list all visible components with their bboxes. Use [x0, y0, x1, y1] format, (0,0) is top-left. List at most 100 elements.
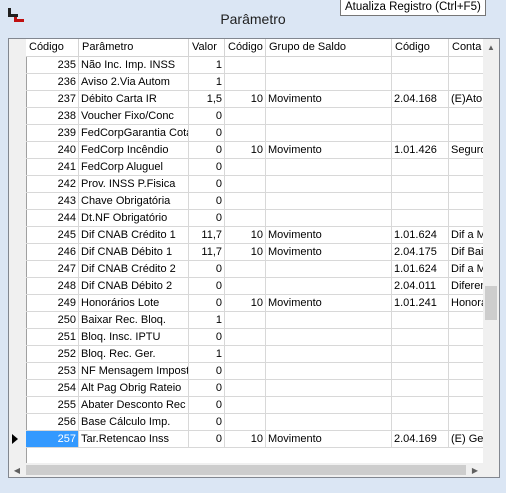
- cell-codigo-conta[interactable]: [392, 176, 449, 193]
- cell-valor[interactable]: 0: [189, 261, 225, 278]
- cell-valor[interactable]: 0: [189, 176, 225, 193]
- cell-codigo[interactable]: 253: [26, 363, 79, 380]
- vertical-scroll-thumb[interactable]: [485, 286, 497, 320]
- column-header-valor[interactable]: Valor: [189, 39, 225, 56]
- cell-codigo-grupo[interactable]: [225, 125, 266, 142]
- table-row[interactable]: 251 Bloq. Insc. IPTU 0: [26, 329, 489, 346]
- cell-valor[interactable]: 0: [189, 278, 225, 295]
- cell-valor[interactable]: 1: [189, 74, 225, 91]
- cell-grupo-saldo[interactable]: [266, 125, 392, 142]
- cell-grupo-saldo[interactable]: Movimento: [266, 91, 392, 108]
- cell-parametro[interactable]: Chave Obrigatória: [79, 193, 189, 210]
- cell-parametro[interactable]: Bloq. Insc. IPTU: [79, 329, 189, 346]
- cell-codigo[interactable]: 251: [26, 329, 79, 346]
- cell-codigo[interactable]: 249: [26, 295, 79, 312]
- cell-codigo-grupo[interactable]: [225, 414, 266, 431]
- cell-grupo-saldo[interactable]: [266, 278, 392, 295]
- cell-codigo-conta[interactable]: [392, 312, 449, 329]
- cell-grupo-saldo[interactable]: Movimento: [266, 227, 392, 244]
- cell-codigo[interactable]: 237: [26, 91, 79, 108]
- cell-valor[interactable]: 0: [189, 295, 225, 312]
- cell-codigo-conta[interactable]: [392, 57, 449, 74]
- cell-codigo-conta[interactable]: [392, 414, 449, 431]
- cell-codigo-grupo[interactable]: 10: [225, 142, 266, 159]
- cell-grupo-saldo[interactable]: [266, 57, 392, 74]
- parameter-grid[interactable]: Código Parâmetro Valor Código Grupo de Saldo…: [8, 38, 500, 478]
- cell-codigo-conta[interactable]: 1.01.624: [392, 227, 449, 244]
- table-row[interactable]: 237 Débito Carta IR 1,5 10 Movimento 2.04.168…: [26, 91, 489, 108]
- cell-codigo-conta[interactable]: 1.01.624: [392, 261, 449, 278]
- cell-parametro[interactable]: Não Inc. Imp. INSS: [79, 57, 189, 74]
- cell-codigo-conta[interactable]: 2.04.168: [392, 91, 449, 108]
- cell-codigo[interactable]: 240: [26, 142, 79, 159]
- cell-valor[interactable]: 0: [189, 142, 225, 159]
- cell-codigo-conta[interactable]: 2.04.169: [392, 431, 449, 448]
- cell-valor[interactable]: 0: [189, 329, 225, 346]
- cell-codigo[interactable]: 239: [26, 125, 79, 142]
- cell-codigo-grupo[interactable]: [225, 57, 266, 74]
- cell-valor[interactable]: 1: [189, 346, 225, 363]
- cell-parametro[interactable]: Dif CNAB Débito 1: [79, 244, 189, 261]
- cell-valor[interactable]: 0: [189, 431, 225, 448]
- cell-codigo-grupo[interactable]: [225, 363, 266, 380]
- cell-valor[interactable]: 0: [189, 108, 225, 125]
- cell-codigo-grupo[interactable]: [225, 261, 266, 278]
- cell-grupo-saldo[interactable]: [266, 312, 392, 329]
- cell-codigo-conta[interactable]: 2.04.011: [392, 278, 449, 295]
- cell-codigo-grupo[interactable]: 10: [225, 227, 266, 244]
- cell-codigo[interactable]: 254: [26, 380, 79, 397]
- cell-grupo-saldo[interactable]: [266, 414, 392, 431]
- cell-valor[interactable]: 0: [189, 363, 225, 380]
- table-row[interactable]: 235 Não Inc. Imp. INSS 1: [26, 57, 489, 74]
- cell-parametro[interactable]: Honorários Lote: [79, 295, 189, 312]
- cell-parametro[interactable]: Dif CNAB Crédito 2: [79, 261, 189, 278]
- cell-grupo-saldo[interactable]: Movimento: [266, 431, 392, 448]
- cell-codigo[interactable]: 243: [26, 193, 79, 210]
- cell-valor[interactable]: 0: [189, 193, 225, 210]
- cell-parametro[interactable]: Alt Pag Obrig Rateio: [79, 380, 189, 397]
- column-header-grupo-saldo[interactable]: Grupo de Saldo: [266, 39, 392, 56]
- horizontal-scrollbar[interactable]: ◀ ▶: [9, 463, 483, 477]
- cell-valor[interactable]: 0: [189, 210, 225, 227]
- table-row[interactable]: 236 Aviso 2.Via Autom 1: [26, 74, 489, 91]
- cell-codigo-conta[interactable]: [392, 159, 449, 176]
- cell-grupo-saldo[interactable]: [266, 193, 392, 210]
- table-row[interactable]: 252 Bloq. Rec. Ger. 1: [26, 346, 489, 363]
- cell-codigo[interactable]: 248: [26, 278, 79, 295]
- cell-grupo-saldo[interactable]: [266, 363, 392, 380]
- cell-valor[interactable]: 0: [189, 397, 225, 414]
- cell-codigo[interactable]: 245: [26, 227, 79, 244]
- cell-parametro[interactable]: Bloq. Rec. Ger.: [79, 346, 189, 363]
- table-row[interactable]: 240 FedCorp Incêndio 0 10 Movimento 1.01.426 S…: [26, 142, 489, 159]
- table-row[interactable]: 245 Dif CNAB Crédito 1 11,7 10 Movimento 1.01…: [26, 227, 489, 244]
- cell-codigo[interactable]: 235: [26, 57, 79, 74]
- cell-grupo-saldo[interactable]: Movimento: [266, 142, 392, 159]
- cell-codigo-conta[interactable]: 1.01.426: [392, 142, 449, 159]
- scroll-left-icon[interactable]: ◀: [9, 462, 25, 477]
- table-row[interactable]: 257 Tar.Retencao Inss 0 10 Movimento 2.04.169…: [26, 431, 489, 448]
- scroll-up-icon[interactable]: ▲: [483, 39, 499, 55]
- table-row[interactable]: 242 Prov. INSS P.Fisica 0: [26, 176, 489, 193]
- table-row[interactable]: 246 Dif CNAB Débito 1 11,7 10 Movimento 2.04.…: [26, 244, 489, 261]
- cell-parametro[interactable]: Prov. INSS P.Fisica: [79, 176, 189, 193]
- table-row[interactable]: 239 FedCorpGarantia Cota 0: [26, 125, 489, 142]
- cell-codigo[interactable]: 256: [26, 414, 79, 431]
- cell-codigo-conta[interactable]: [392, 108, 449, 125]
- cell-parametro[interactable]: NF Mensagem Imposto: [79, 363, 189, 380]
- column-header-codigo[interactable]: Código: [26, 39, 79, 56]
- cell-codigo-conta[interactable]: 1.01.241: [392, 295, 449, 312]
- table-row[interactable]: 244 Dt.NF Obrigatório 0: [26, 210, 489, 227]
- column-header-codigo-conta[interactable]: Código: [392, 39, 449, 56]
- cell-codigo-grupo[interactable]: [225, 159, 266, 176]
- cell-valor[interactable]: 1: [189, 57, 225, 74]
- cell-grupo-saldo[interactable]: [266, 210, 392, 227]
- cell-codigo[interactable]: 244: [26, 210, 79, 227]
- cell-grupo-saldo[interactable]: [266, 74, 392, 91]
- cell-valor[interactable]: 11,7: [189, 244, 225, 261]
- cell-codigo-grupo[interactable]: [225, 108, 266, 125]
- cell-codigo-grupo[interactable]: [225, 329, 266, 346]
- cell-parametro[interactable]: Tar.Retencao Inss: [79, 431, 189, 448]
- cell-codigo[interactable]: 247: [26, 261, 79, 278]
- cell-codigo-grupo[interactable]: [225, 346, 266, 363]
- table-row[interactable]: 247 Dif CNAB Crédito 2 0 1.01.624 Dif a Ma: [26, 261, 489, 278]
